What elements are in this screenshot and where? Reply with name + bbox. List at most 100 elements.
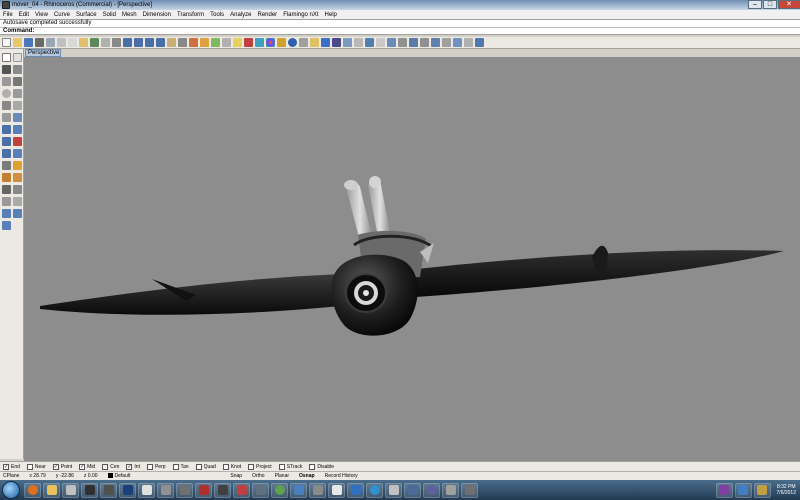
osnap-cen[interactable]: Cen — [102, 463, 119, 470]
osnap-cen-checkbox[interactable] — [102, 463, 109, 470]
taskbar-app-12[interactable] — [233, 482, 250, 498]
taskbar-app-15[interactable] — [290, 482, 307, 498]
grid-icon[interactable] — [178, 38, 187, 47]
environment-icon[interactable] — [310, 38, 319, 47]
taskbar-firefox[interactable] — [24, 482, 41, 498]
solid-tools-icon[interactable] — [420, 38, 429, 47]
rectangle-icon[interactable] — [13, 101, 22, 110]
osnap-quad-checkbox[interactable] — [195, 463, 202, 470]
tray-icon-3[interactable] — [753, 482, 771, 498]
taskbar-app-21[interactable] — [404, 482, 421, 498]
text-icon[interactable] — [2, 113, 11, 122]
trim-icon[interactable] — [2, 185, 11, 194]
taskbar-app-11[interactable] — [214, 482, 231, 498]
menu-surface[interactable]: Surface — [76, 12, 97, 18]
curve-icon[interactable] — [2, 77, 11, 86]
pan-icon[interactable] — [101, 38, 110, 47]
color-wheel-icon[interactable] — [266, 38, 275, 47]
taskbar-app-18[interactable] — [347, 482, 364, 498]
taskbar-app-22[interactable] — [423, 482, 440, 498]
zoom-icon[interactable] — [123, 38, 132, 47]
copy-icon[interactable] — [68, 38, 77, 47]
osnap-perp-checkbox[interactable] — [146, 463, 153, 470]
osnap-project-checkbox[interactable] — [248, 463, 255, 470]
osnap-tan-checkbox[interactable] — [172, 463, 179, 470]
taskbar-app-9[interactable] — [176, 482, 193, 498]
print-icon[interactable] — [35, 38, 44, 47]
analyze-icon[interactable] — [387, 38, 396, 47]
osnap-perp[interactable]: Perp — [146, 463, 166, 470]
dimension-icon[interactable] — [365, 38, 374, 47]
taskbar-app-16[interactable] — [309, 482, 326, 498]
copy-tool-icon[interactable] — [13, 209, 22, 218]
taskbar-app-10[interactable] — [195, 482, 212, 498]
mesh-icon[interactable] — [354, 38, 363, 47]
rhino-app-icon[interactable] — [2, 1, 10, 9]
osnap-quad[interactable]: Quad — [195, 463, 216, 470]
import-icon[interactable] — [46, 38, 55, 47]
offset-icon[interactable] — [13, 113, 22, 122]
select-points-icon[interactable] — [13, 53, 22, 62]
options-icon[interactable] — [332, 38, 341, 47]
ellipse-icon[interactable] — [13, 89, 22, 98]
arc-icon[interactable] — [13, 77, 22, 86]
taskbar-photoshop[interactable] — [119, 482, 136, 498]
menu-view[interactable]: View — [35, 12, 48, 18]
menu-tools[interactable]: Tools — [210, 12, 224, 18]
osnap-knot[interactable]: Knot — [222, 463, 241, 470]
chamfer-icon[interactable] — [13, 173, 22, 182]
circle-icon[interactable] — [2, 89, 11, 98]
osnap-end[interactable]: ✓ End — [3, 463, 20, 470]
osnap-end-checkbox[interactable]: ✓ — [3, 463, 9, 470]
taskbar-app-3[interactable] — [62, 482, 79, 498]
osnap-int[interactable]: ✓ Int — [126, 463, 140, 470]
rotate-icon[interactable] — [2, 221, 11, 230]
flamingo-icon[interactable] — [431, 38, 440, 47]
taskbar-app-17[interactable] — [328, 482, 345, 498]
menu-render[interactable]: Render — [258, 12, 278, 18]
taskbar-app-23[interactable] — [442, 482, 459, 498]
menu-transform[interactable]: Transform — [177, 12, 204, 18]
surface-tools-icon[interactable] — [409, 38, 418, 47]
perspective-viewport[interactable] — [24, 57, 800, 461]
osnap-near[interactable]: Near — [26, 463, 46, 470]
osnap-mid[interactable]: ✓ Mid — [79, 463, 95, 470]
render-sphere-icon[interactable] — [288, 38, 297, 47]
menu-flamingo[interactable]: Flamingo nXt — [283, 12, 318, 18]
osnap-near-checkbox[interactable] — [26, 463, 33, 470]
osnap-point[interactable]: ✓ Point — [52, 463, 72, 470]
minimize-button[interactable]: – — [748, 0, 762, 9]
osnap-strack[interactable]: STrack — [278, 463, 302, 470]
materials-icon[interactable] — [299, 38, 308, 47]
zoom-extents-icon[interactable] — [145, 38, 154, 47]
menu-mesh[interactable]: Mesh — [122, 12, 137, 18]
sphere-icon[interactable] — [2, 149, 11, 158]
maximize-button[interactable]: □ — [763, 0, 777, 9]
taskbar-app-20[interactable] — [385, 482, 402, 498]
taskbar-app-14[interactable] — [271, 482, 288, 498]
loft-icon[interactable] — [13, 125, 22, 134]
close-button[interactable]: ✕ — [778, 0, 800, 9]
osnap-point-checkbox[interactable]: ✓ — [52, 463, 59, 470]
save-icon[interactable] — [24, 38, 33, 47]
menu-file[interactable]: File — [3, 12, 13, 18]
planar-toggle[interactable]: Planar — [275, 473, 289, 479]
taskbar-app-4[interactable] — [81, 482, 98, 498]
sweep-icon[interactable] — [13, 137, 22, 146]
cylinder-icon[interactable] — [13, 149, 22, 158]
menu-analyze[interactable]: Analyze — [230, 12, 251, 18]
record-history-toggle[interactable]: Record History — [325, 473, 358, 479]
command-line[interactable]: Command: — [0, 27, 800, 35]
layer-pane[interactable]: Default — [107, 473, 130, 479]
mesh-tool-icon[interactable] — [2, 161, 11, 170]
explode-icon[interactable] — [13, 197, 22, 206]
osnap-knot-checkbox[interactable] — [222, 463, 229, 470]
box-icon[interactable] — [2, 137, 11, 146]
history-icon[interactable] — [464, 38, 473, 47]
viewport-icon[interactable] — [442, 38, 451, 47]
zoom-selected-icon[interactable] — [156, 38, 165, 47]
light-icon[interactable] — [233, 38, 242, 47]
open-folder-icon[interactable] — [13, 38, 22, 47]
hide-icon[interactable] — [211, 38, 220, 47]
rotate-view-icon[interactable] — [112, 38, 121, 47]
